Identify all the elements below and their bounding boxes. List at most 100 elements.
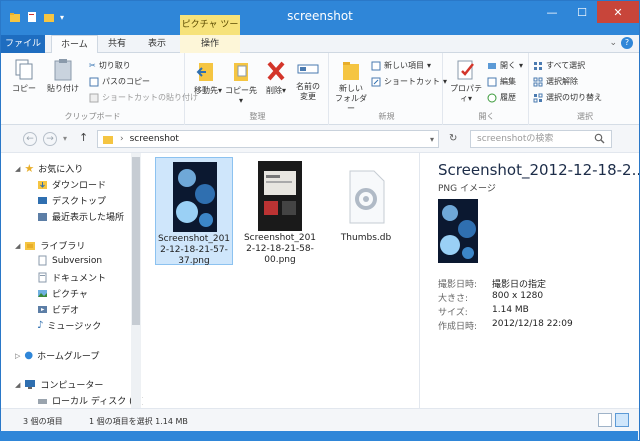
tab-share[interactable]: 共有: [99, 35, 135, 53]
nav-subversion[interactable]: Subversion: [37, 255, 102, 266]
recent-locations-icon[interactable]: ▾: [63, 134, 67, 143]
group-label-open: 開く: [478, 112, 495, 121]
copy-path-icon: [89, 77, 99, 86]
new-folder-icon: [343, 62, 359, 80]
nav-local-disk[interactable]: ローカル ディスク (C:): [37, 394, 145, 407]
file-item[interactable]: Thumbs.db: [327, 157, 405, 265]
group-organize: 移動先▾ コピー先▾ 削除▾ 名前の 変更 整理: [187, 53, 329, 125]
ribbon-collapse-icon[interactable]: ⌄: [609, 38, 617, 48]
properties-button[interactable]: プロパティ▾: [447, 58, 485, 104]
search-icon: [594, 133, 605, 144]
history-button[interactable]: 履歴: [487, 92, 516, 103]
breadcrumb-separator-icon: ›: [120, 134, 124, 144]
shortcut-button[interactable]: ショートカット ▾: [371, 76, 447, 87]
nav-music[interactable]: ♪ ミュージック: [37, 319, 101, 332]
details-view-button[interactable]: [598, 413, 612, 427]
details-preview-icon: [438, 199, 478, 263]
title-bar: ▾ screenshot ピクチャ ツール — ☐ ✕: [1, 1, 639, 50]
nav-pictures[interactable]: ピクチャ: [37, 287, 88, 300]
file-name-line: Thumbs.db: [340, 233, 392, 243]
file-view: Screenshot_201 2-12-18-21-57- 37.png Scr…: [143, 152, 419, 408]
maximize-button[interactable]: ☐: [567, 1, 597, 23]
file-item[interactable]: Screenshot_201 2-12-18-21-58- 00.png: [241, 157, 319, 265]
tab-home[interactable]: ホーム: [51, 35, 98, 54]
tab-view[interactable]: 表示: [139, 35, 175, 53]
invert-selection-button[interactable]: 選択の切り替え: [533, 92, 602, 103]
forward-button[interactable]: →: [43, 132, 57, 146]
nav-favorites[interactable]: ◢ ★ お気に入り: [15, 162, 83, 175]
move-to-button[interactable]: 移動先▾: [193, 58, 223, 96]
minimize-button[interactable]: —: [537, 1, 567, 23]
close-button[interactable]: ✕: [597, 1, 639, 23]
disk-icon: [38, 399, 47, 404]
music-icon: ♪: [37, 320, 44, 331]
large-icons-view-button[interactable]: [615, 413, 629, 427]
up-button[interactable]: ↑: [79, 131, 88, 144]
group-clipboard: コピー 貼り付け ✂ 切り取り パスのコピー ショートカットの貼り付け クリップ…: [1, 53, 198, 125]
nav-documents[interactable]: ドキュメント: [37, 271, 106, 284]
nav-videos[interactable]: ビデオ: [37, 303, 79, 316]
select-all-button[interactable]: すべて選択: [533, 60, 585, 71]
nav-scrollbar-thumb[interactable]: [132, 157, 140, 325]
downloads-icon: [38, 181, 47, 189]
image-thumbnail-icon: [258, 161, 302, 231]
new-item-button[interactable]: 新しい項目 ▾: [371, 60, 431, 71]
copy-button[interactable]: コピー: [9, 58, 39, 94]
desktop-edge: [0, 431, 638, 441]
properties-icon: [457, 60, 474, 80]
open-icon: [488, 62, 496, 69]
videos-icon: [38, 306, 47, 313]
copy-path-button[interactable]: パスのコピー: [89, 76, 150, 87]
tab-file[interactable]: ファイル: [1, 35, 45, 53]
cut-button[interactable]: ✂ 切り取り: [89, 60, 131, 71]
group-label-clipboard: クリップボード: [64, 112, 121, 121]
new-folder-button[interactable]: 新しい フォルダー: [333, 58, 369, 114]
nav-desktop[interactable]: デスクトップ: [37, 194, 106, 207]
edit-button[interactable]: 編集: [487, 76, 516, 87]
libraries-icon: [25, 242, 36, 250]
nav-computer[interactable]: ◢ コンピューター: [15, 378, 103, 391]
paste-button[interactable]: 貼り付け: [45, 58, 81, 94]
nav-scrollbar[interactable]: [131, 153, 141, 409]
window-controls: — ☐ ✕: [537, 1, 639, 23]
expand-icon[interactable]: ◢: [15, 242, 20, 250]
group-open: プロパティ▾ 開く ▾ 編集 履歴 開く: [445, 53, 529, 125]
delete-button[interactable]: 削除▾: [263, 58, 289, 96]
select-all-icon: [534, 61, 542, 70]
ribbon: コピー 貼り付け ✂ 切り取り パスのコピー ショートカットの貼り付け クリップ…: [1, 53, 639, 125]
star-icon: ★: [24, 162, 35, 175]
rename-button[interactable]: 名前の 変更: [291, 58, 325, 102]
expand-icon[interactable]: ◢: [15, 381, 20, 389]
back-button[interactable]: ←: [23, 132, 37, 146]
expand-icon[interactable]: ▷: [15, 352, 20, 360]
refresh-icon[interactable]: ↻: [449, 133, 457, 144]
expand-icon[interactable]: ◢: [15, 165, 20, 173]
group-label-new: 新規: [378, 112, 395, 121]
nav-libraries[interactable]: ◢ ライブラリ: [15, 239, 85, 253]
move-to-icon: [196, 63, 213, 81]
search-input[interactable]: screenshotの検索: [470, 130, 612, 148]
select-none-button[interactable]: 選択解除: [533, 76, 578, 87]
maximize-icon: ☐: [577, 5, 587, 19]
group-new: 新しい フォルダー 新しい項目 ▾ ショートカット ▾ 新規: [331, 53, 447, 125]
details-row: 撮影日時: 撮影日の指定: [438, 280, 547, 290]
copy-to-icon: [234, 63, 248, 81]
nav-downloads[interactable]: ダウンロード: [37, 178, 106, 191]
file-name-line: 2-12-18-21-58-: [246, 244, 314, 254]
paste-shortcut-icon: [89, 93, 99, 102]
address-dropdown-icon[interactable]: ▾: [430, 135, 434, 144]
help-icon[interactable]: ?: [621, 37, 633, 49]
details-row: サイズ: 1.14 MB: [438, 305, 529, 318]
nav-recent-places[interactable]: 最近表示した場所: [37, 210, 124, 223]
nav-homegroup[interactable]: ▷ ● ホームグループ: [15, 349, 99, 362]
image-thumbnail-icon: [173, 162, 217, 232]
breadcrumb[interactable]: screenshot: [130, 134, 179, 144]
open-button[interactable]: 開く ▾: [487, 60, 523, 71]
tab-manage[interactable]: 操作: [180, 35, 240, 53]
address-bar[interactable]: › screenshot ▾: [97, 130, 439, 148]
folder-icon: [103, 135, 113, 144]
copy-to-button[interactable]: コピー先▾: [225, 58, 257, 106]
file-item[interactable]: Screenshot_201 2-12-18-21-57- 37.png: [155, 157, 233, 266]
paste-shortcut-button[interactable]: ショートカットの貼り付け: [89, 92, 198, 103]
details-pane: Screenshot_2012-12-18-2... PNG イメージ 撮影日時…: [419, 152, 639, 408]
